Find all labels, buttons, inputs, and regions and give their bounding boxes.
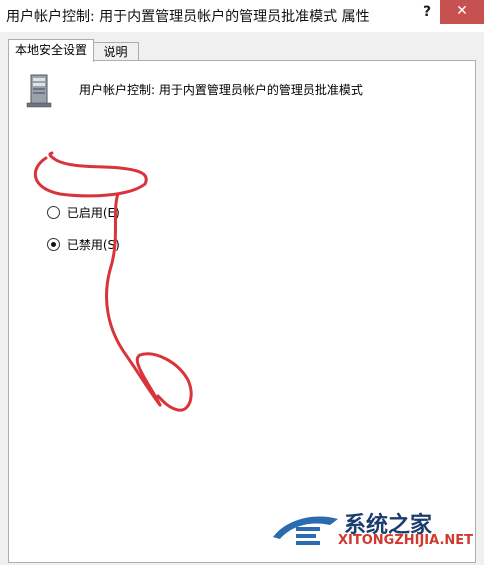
close-button[interactable]: ✕	[440, 0, 484, 24]
tab-panel: 用户帐户控制: 用于内置管理员帐户的管理员批准模式 已启用(E) 已禁用(S)	[8, 60, 476, 563]
tab-explain[interactable]: 说明	[92, 42, 139, 61]
title-bar: 用户帐户控制: 用于内置管理员帐户的管理员批准模式 属性 ? ✕	[0, 0, 484, 32]
server-icon	[26, 74, 52, 108]
radio-enabled-label[interactable]: 已启用(E)	[67, 206, 120, 220]
radio-enabled[interactable]: 已启用(E)	[47, 204, 120, 221]
watermark: 系统之家 XITONGZHIJIA.NET	[268, 503, 478, 559]
policy-title: 用户帐户控制: 用于内置管理员帐户的管理员批准模式	[79, 83, 363, 97]
radio-disabled[interactable]: 已禁用(S)	[47, 236, 120, 253]
help-button[interactable]: ?	[414, 2, 440, 24]
watermark-logo-icon	[273, 516, 338, 545]
watermark-url: XITONGZHIJIA.NET	[338, 533, 474, 548]
tab-local-security-setting[interactable]: 本地安全设置	[8, 39, 94, 62]
radio-disabled-circle[interactable]	[47, 238, 60, 251]
radio-enabled-circle[interactable]	[47, 206, 60, 219]
window-title: 用户帐户控制: 用于内置管理员帐户的管理员批准模式 属性	[6, 9, 370, 25]
dialog-body: 本地安全设置 说明 用户帐户控制: 用于内置管理员帐户的管理员批准模式 已启用(…	[0, 32, 484, 565]
radio-disabled-label[interactable]: 已禁用(S)	[67, 238, 120, 252]
